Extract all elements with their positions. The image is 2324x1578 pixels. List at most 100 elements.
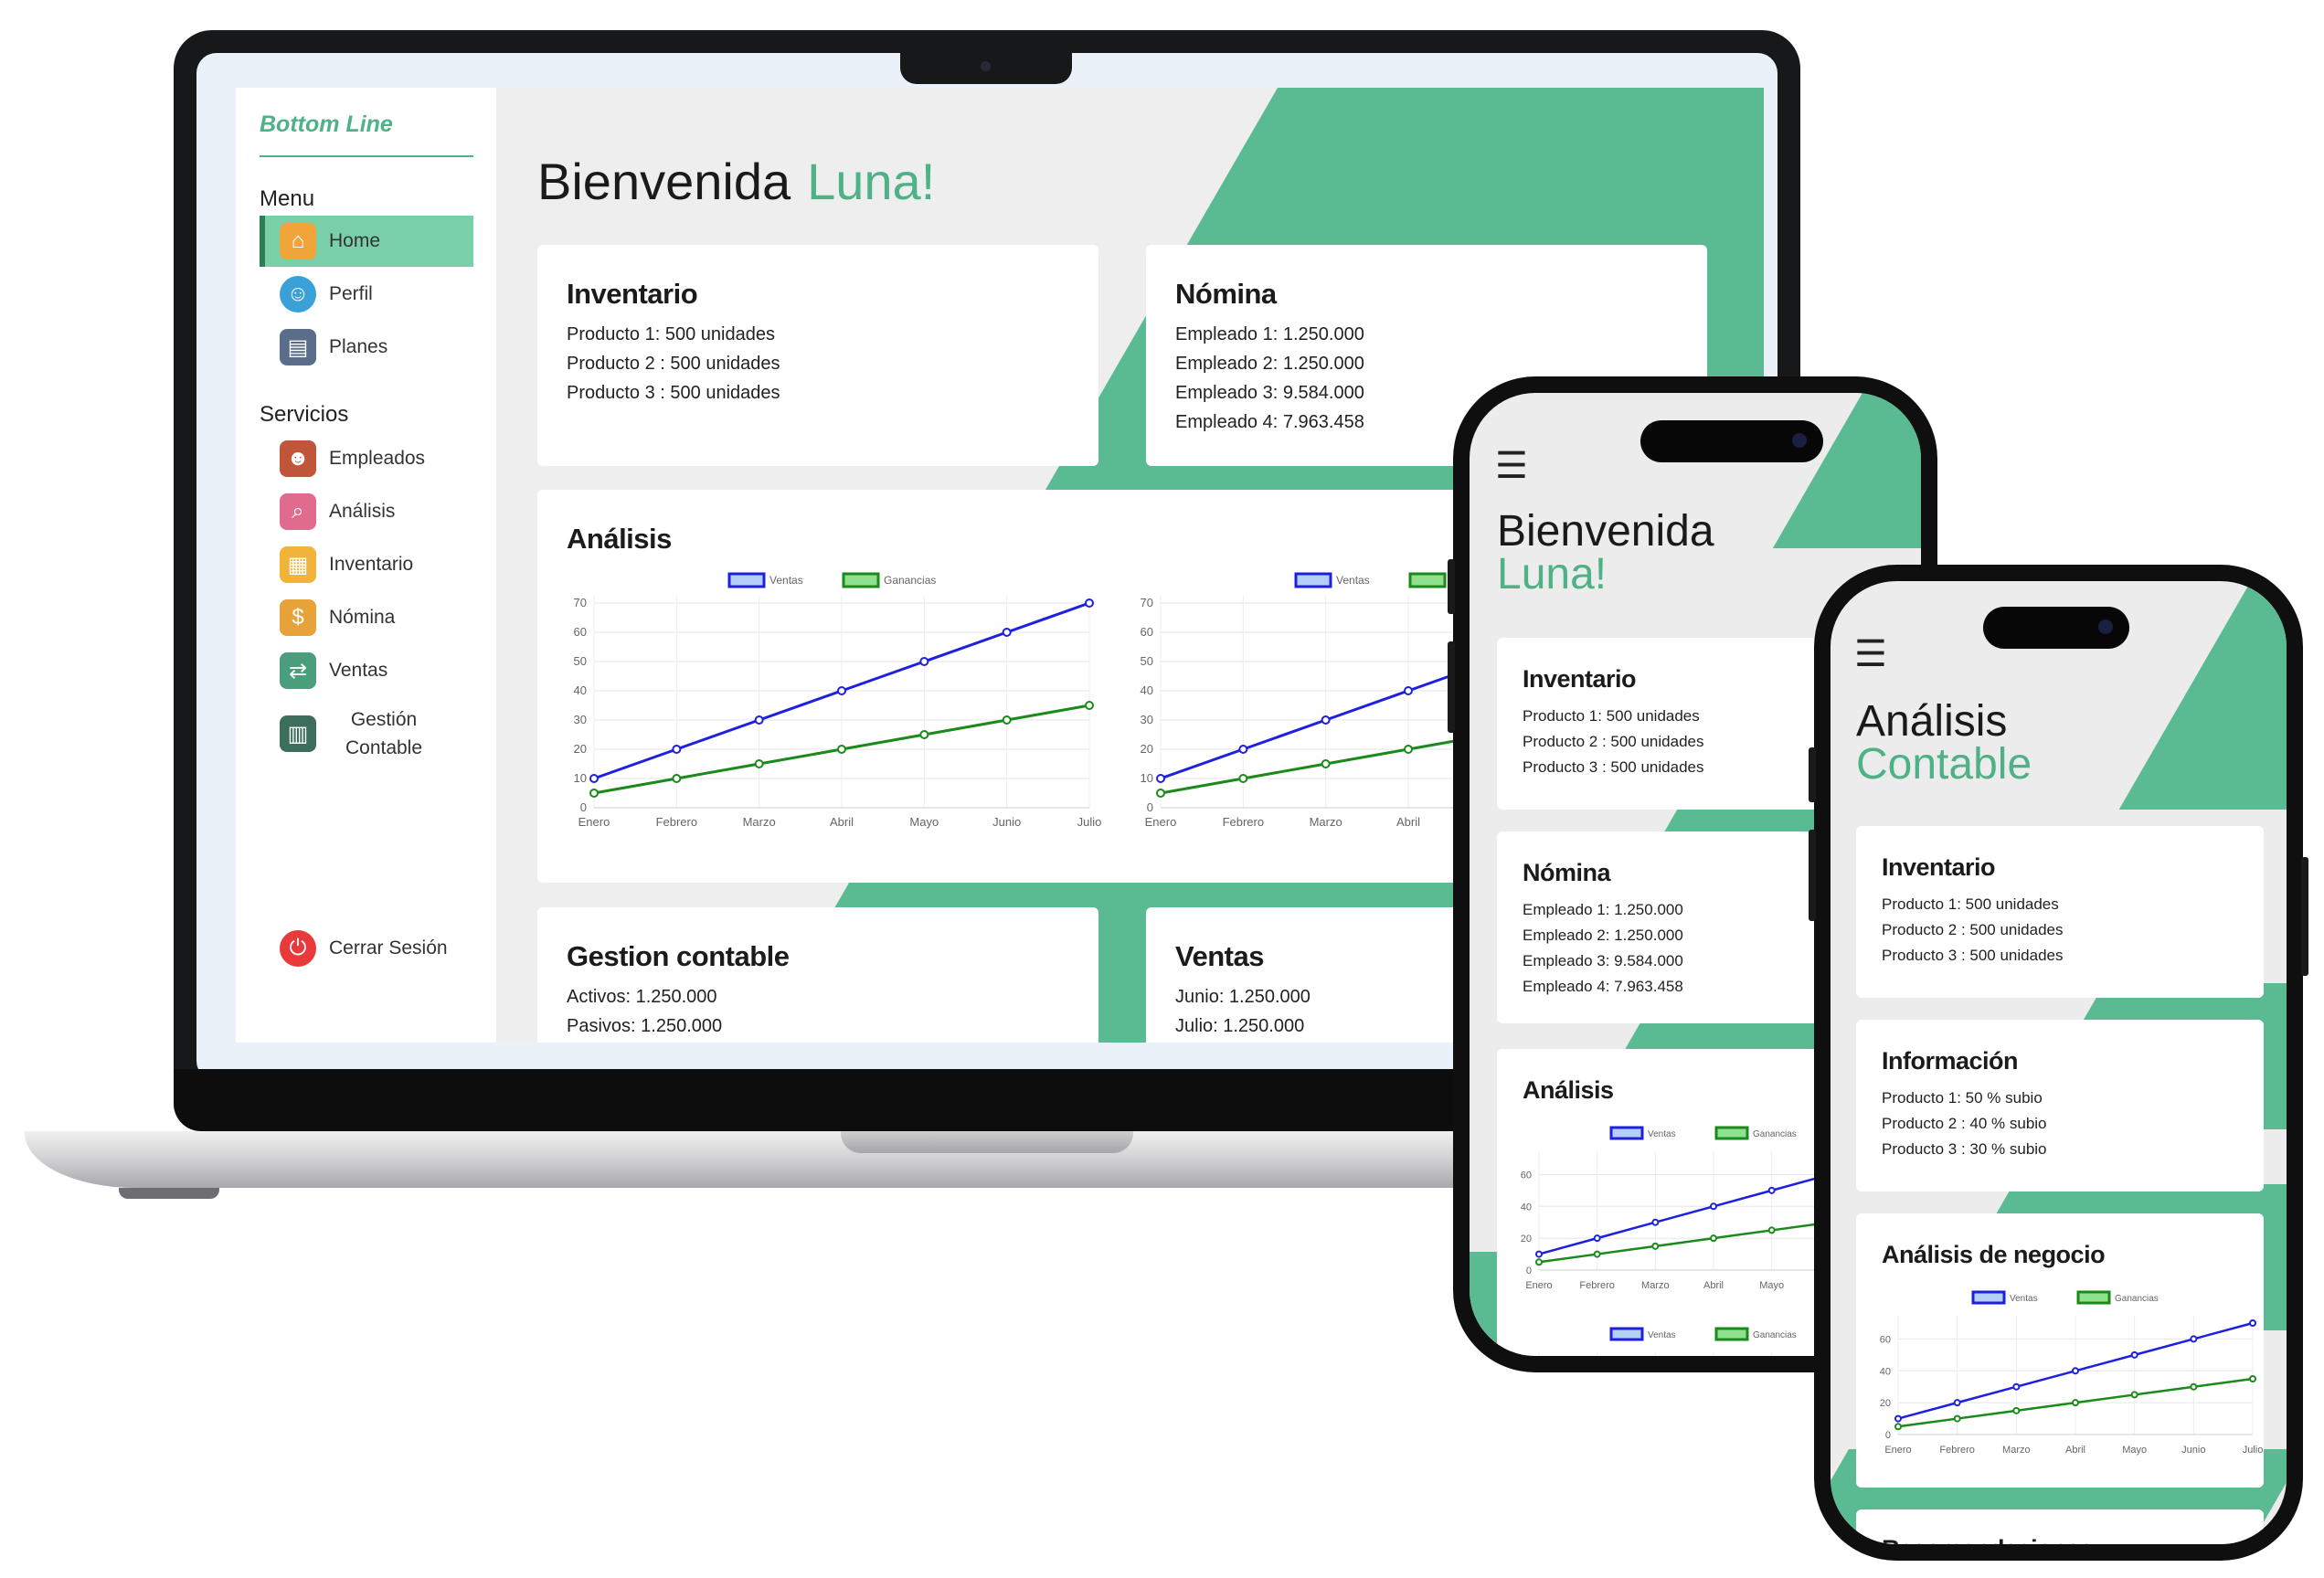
- sidebar-item-label: Perfil: [329, 283, 373, 304]
- background-green-shape: [2118, 581, 2287, 810]
- sales-profit-line-chart: Ventas Ganancias 0 20 40 60 Enero Febrero Marzo A…: [1880, 1290, 2263, 1456]
- card-line: Producto 2 : 500 unidades: [1882, 921, 2064, 938]
- welcome-text: Bienvenida: [1497, 507, 1714, 556]
- x-tick-label: Febrero: [1939, 1445, 1975, 1456]
- y-tick-label: 60: [1141, 625, 1153, 639]
- data-point: [2072, 1367, 2079, 1375]
- card-line: Empleado 4: 7.963.458: [1523, 978, 1683, 995]
- brand-logo[interactable]: Bottom Line: [260, 111, 393, 138]
- data-point: [1767, 1186, 1776, 1194]
- data-point: [1085, 701, 1094, 710]
- data-point: [1238, 745, 1248, 754]
- sidebar: Bottom Line Menu ⌂ Home ☺ Perfil ▤ Plane…: [236, 88, 496, 1043]
- x-tick-label: Julio: [1077, 815, 1102, 829]
- information-card[interactable]: Información Producto 1: 50 % subio Produ…: [1856, 1020, 2264, 1191]
- accounting-card[interactable]: Gestion contable Activos: 1.250.000 Pasi…: [537, 907, 1098, 1043]
- card-body: Producto 1: 50 % subio Producto 2 : 40 %…: [1882, 1086, 2047, 1162]
- data-point: [919, 657, 929, 666]
- sidebar-item-label: Inventario: [329, 554, 414, 575]
- data-point: [1321, 715, 1331, 725]
- card-line: Empleado 4: 7.963.458: [1175, 412, 1364, 432]
- dynamic-island: [1640, 420, 1823, 462]
- legend-swatch: [842, 572, 880, 588]
- logout-button[interactable]: ⏻ Cerrar Sesión: [260, 923, 473, 974]
- hamburger-menu-icon[interactable]: ☰: [1854, 636, 1887, 673]
- chart-legend: Ventas Ganancias: [1609, 1126, 1797, 1140]
- recommendations-card: Recomendaciones: [1856, 1509, 2264, 1544]
- data-point: [1156, 774, 1165, 783]
- x-tick-label: Marzo: [1310, 815, 1342, 829]
- x-tick-label: Abril: [2065, 1445, 2085, 1456]
- data-point: [837, 745, 846, 754]
- card-body: Producto 1: 500 unidades Producto 2 : 50…: [1523, 704, 1703, 780]
- inventory-card[interactable]: Inventario Producto 1: 500 unidades Prod…: [537, 245, 1098, 466]
- legend-label: Ganancias: [1753, 1330, 1797, 1340]
- card-line: Producto 2 : 40 % subio: [1882, 1115, 2047, 1132]
- card-line: Empleado 3: 9.584.000: [1523, 952, 1683, 969]
- card-title: Análisis de negocio: [1882, 1241, 2106, 1268]
- legend-swatch: [1714, 1327, 1749, 1341]
- camera-icon: [1792, 433, 1807, 448]
- payroll-icon: $: [280, 599, 316, 636]
- logout-label: Cerrar Sesión: [329, 937, 448, 958]
- sidebar-item-empleados[interactable]: ☻ Empleados: [260, 433, 473, 484]
- data-point: [1404, 745, 1413, 754]
- inventory-icon: ▦: [280, 546, 316, 583]
- camera-icon: [2098, 620, 2113, 634]
- user-name: Luna!: [807, 153, 936, 210]
- data-point: [1404, 686, 1413, 695]
- data-point: [1593, 1234, 1601, 1243]
- dynamic-island: [1983, 607, 2129, 649]
- sidebar-item-inventario[interactable]: ▦ Inventario: [260, 539, 473, 590]
- card-body: Producto 1: 500 unidades Producto 2 : 50…: [1882, 892, 2063, 969]
- logout-icon: ⏻: [280, 930, 316, 967]
- legend-label: Ventas: [1648, 1330, 1676, 1340]
- data-point: [1156, 789, 1165, 798]
- sidebar-item-ventas[interactable]: ⇄ Ventas: [260, 645, 473, 696]
- sidebar-item-gestion-contable[interactable]: ▥ Gestión Contable: [260, 702, 473, 766]
- legend-swatch: [2076, 1290, 2111, 1305]
- data-point: [1002, 628, 1012, 637]
- chart-legend: Ventas Ganancias: [727, 572, 936, 588]
- sidebar-item-analisis[interactable]: ⌕ Análisis: [260, 486, 473, 537]
- card-title: Ventas: [1175, 940, 1264, 972]
- legend-label: Ventas: [1336, 574, 1370, 587]
- x-tick-label: Enero: [578, 815, 610, 829]
- y-tick-label: 70: [574, 596, 587, 609]
- legend-swatch: [1714, 1126, 1749, 1140]
- card-line: Empleado 2: 1.250.000: [1523, 927, 1683, 944]
- data-point: [754, 715, 764, 725]
- legend-swatch: [1971, 1290, 2006, 1305]
- card-title: Recomendaciones: [1882, 1535, 2094, 1544]
- sidebar-item-planes[interactable]: ▤ Planes: [260, 322, 473, 373]
- page-title: Análisis Contable: [1856, 700, 2032, 789]
- card-title: Análisis: [1523, 1076, 1614, 1104]
- y-tick-label: 40: [1141, 683, 1153, 697]
- sidebar-item-label: Análisis: [329, 501, 396, 522]
- data-point: [2130, 1391, 2138, 1399]
- y-tick-label: 10: [1141, 771, 1153, 785]
- card-line: Producto 1: 500 unidades: [1882, 895, 2059, 913]
- phone-side-button: [1448, 641, 1455, 733]
- user-name: Luna!: [1497, 550, 1608, 598]
- data-point: [837, 686, 846, 695]
- data-point: [1767, 1226, 1776, 1234]
- data-point: [1321, 759, 1331, 768]
- inventory-card[interactable]: Inventario Producto 1: 500 unidades Prod…: [1856, 826, 2264, 998]
- x-tick-label: Febrero: [656, 815, 698, 829]
- services-section-title: Servicios: [260, 402, 349, 427]
- hamburger-menu-icon[interactable]: ☰: [1495, 448, 1528, 484]
- sidebar-item-home[interactable]: ⌂ Home: [260, 216, 473, 267]
- sidebar-item-perfil[interactable]: ☺ Perfil: [260, 269, 473, 320]
- data-point: [1894, 1414, 1902, 1423]
- x-tick-label: Mayo: [1759, 1280, 1784, 1291]
- phone-side-button: [1809, 830, 1816, 921]
- x-tick-label: Abril: [1703, 1280, 1724, 1291]
- x-tick-label: Mayo: [2122, 1445, 2147, 1456]
- laptop-notch: [900, 53, 1072, 84]
- sidebar-item-nomina[interactable]: $ Nómina: [260, 592, 473, 643]
- title-line: Contable: [1856, 740, 2032, 789]
- card-line: Producto 1: 50 % subio: [1882, 1089, 2043, 1107]
- card-title: Nómina: [1523, 859, 1611, 886]
- data-point: [1593, 1250, 1601, 1258]
